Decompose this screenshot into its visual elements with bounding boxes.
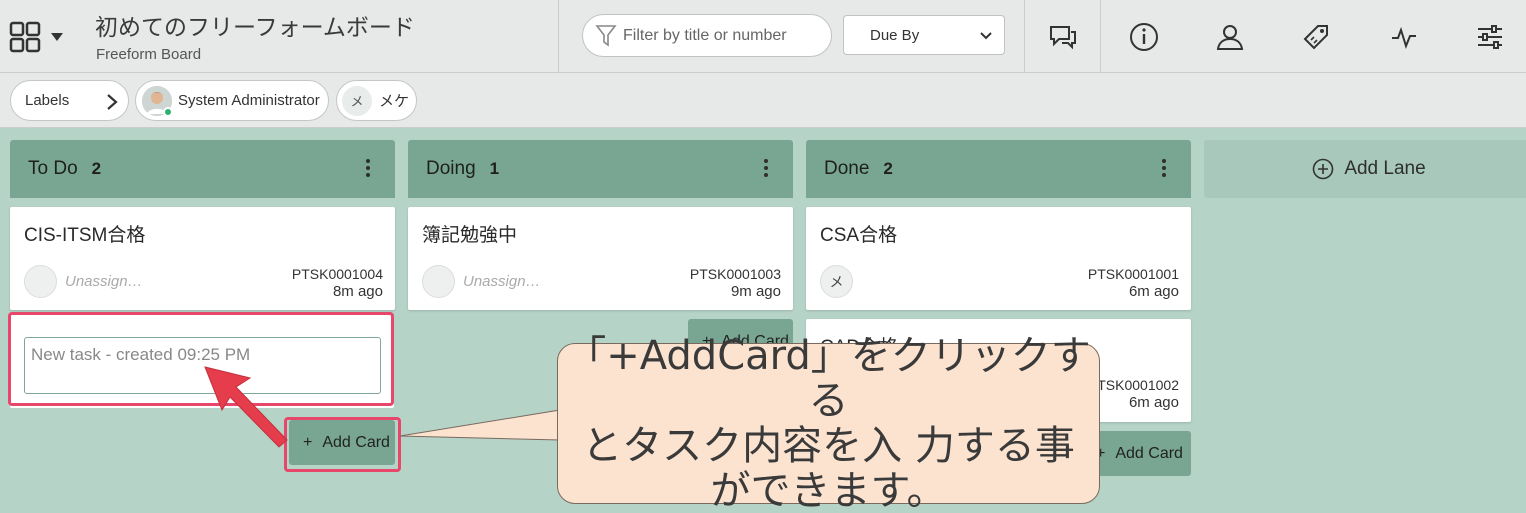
annotation-callout: 「+AddCard」をクリックする とタスク内容を入 力する事 ができます。 — [557, 333, 1100, 513]
callout-line: とタスク内容を入 力する事 — [582, 422, 1075, 469]
callout-line: 「+AddCard」をクリックする — [566, 332, 1091, 424]
red-arrow — [204, 366, 288, 448]
callout-tail — [399, 409, 561, 441]
callout-line: ができます。 — [710, 467, 947, 513]
